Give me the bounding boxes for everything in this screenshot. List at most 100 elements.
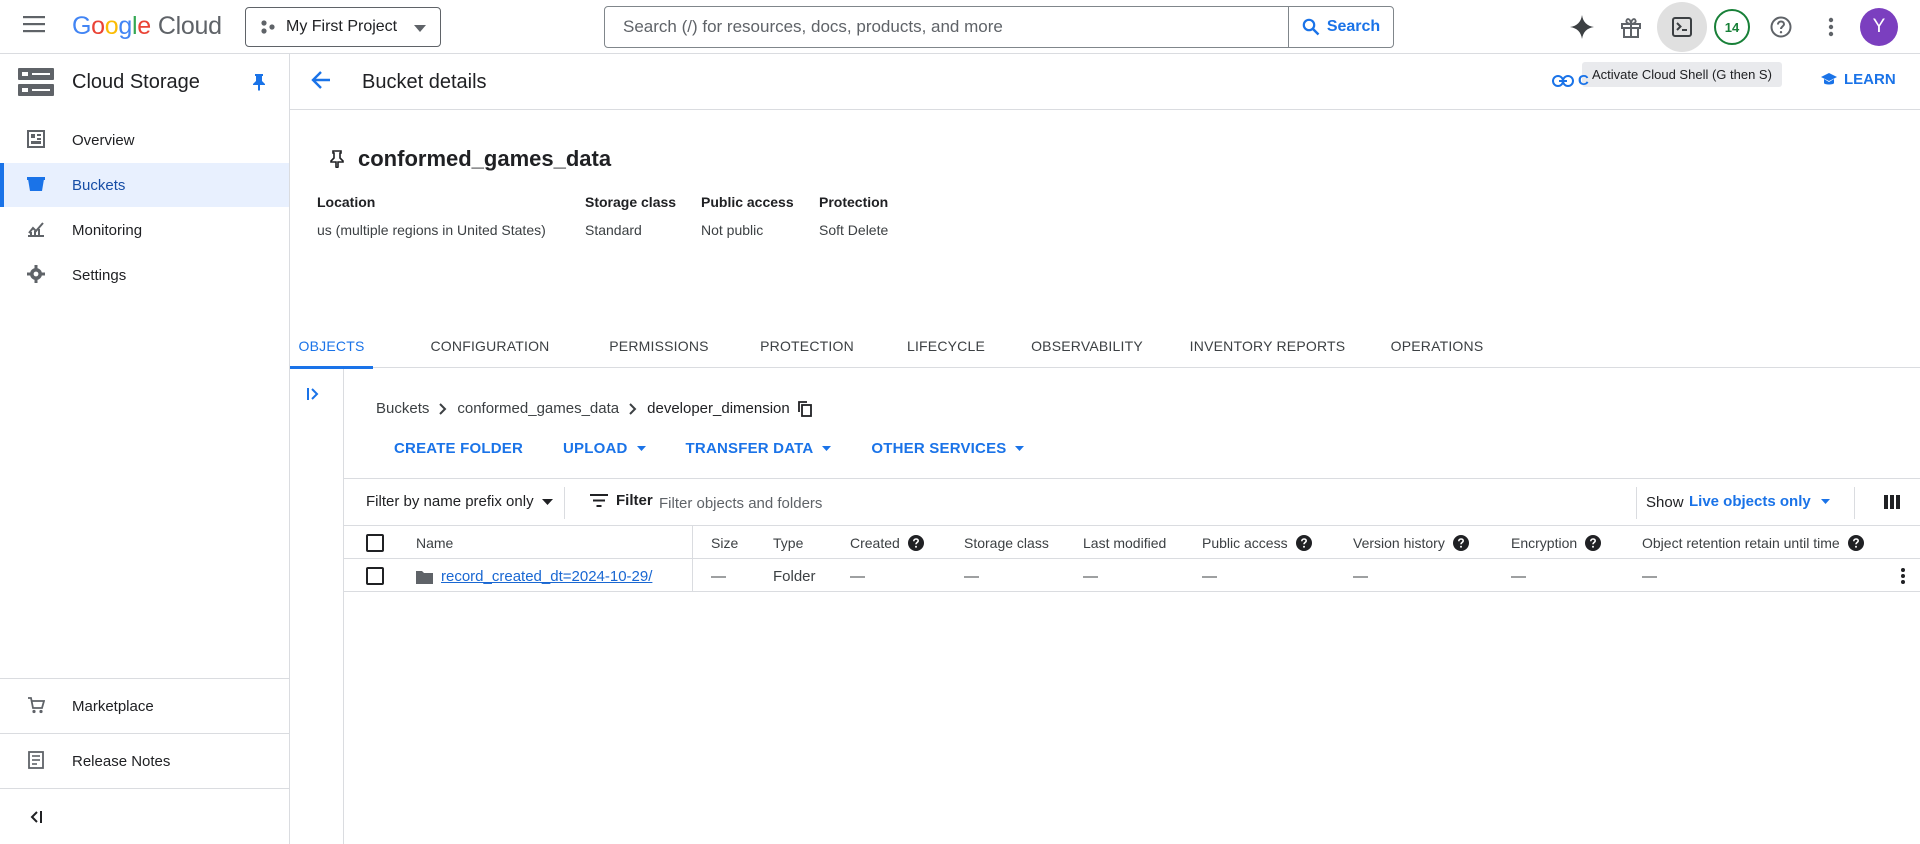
monitoring-icon — [27, 220, 45, 238]
other-services-button[interactable]: OTHER SERVICES — [871, 440, 1025, 457]
meta-protection: Protection Soft Delete — [819, 194, 888, 238]
cell-public-access: — — [1202, 568, 1217, 585]
transfer-data-label: TRANSFER DATA — [685, 440, 814, 457]
more-vert-icon[interactable] — [1812, 8, 1850, 46]
link-icon — [1552, 74, 1574, 87]
caret-down-icon — [1015, 446, 1025, 451]
row-more-vert-icon[interactable] — [1900, 567, 1906, 585]
learn-label: LEARN — [1844, 71, 1896, 88]
row-checkbox[interactable] — [366, 567, 384, 585]
sidebar-item-overview[interactable]: Overview — [0, 118, 289, 162]
sidebar-divider — [0, 733, 289, 734]
tab-configuration[interactable]: CONFIGURATION — [417, 324, 563, 368]
column-header-storage-class[interactable]: Storage class — [964, 535, 1049, 551]
expand-panel-icon[interactable] — [305, 387, 321, 401]
filter-bar: Filter by name prefix only Filter Show L… — [344, 478, 1920, 526]
search-input[interactable] — [605, 7, 1288, 47]
logo-google-text: Google — [72, 12, 151, 40]
copy-link-button[interactable]: C — [1552, 72, 1589, 89]
help-icon[interactable] — [1585, 535, 1602, 551]
breadcrumb-bucket[interactable]: conformed_games_data — [457, 400, 619, 417]
tab-protection[interactable]: PROTECTION — [750, 324, 864, 368]
help-icon[interactable] — [907, 535, 924, 551]
cloud-shell-icon[interactable] — [1657, 2, 1707, 52]
sidebar-item-marketplace[interactable]: Marketplace — [0, 684, 289, 728]
sidebar-item-settings[interactable]: Settings — [0, 253, 289, 297]
column-header-type[interactable]: Type — [773, 535, 803, 551]
transfer-data-button[interactable]: TRANSFER DATA — [686, 440, 832, 457]
show-label: Show — [1646, 494, 1684, 511]
gift-icon[interactable] — [1612, 8, 1650, 46]
filter-label: Filter — [616, 492, 653, 509]
meta-storage-class: Storage class Standard — [585, 194, 676, 238]
column-header-version-history[interactable]: Version history — [1353, 535, 1469, 551]
meta-value: Standard — [585, 222, 642, 238]
caret-down-icon — [541, 498, 553, 505]
left-navigation: Cloud Storage Overview Buckets Monitorin… — [0, 54, 290, 844]
table-row[interactable]: record_created_dt=2024-10-29/ — Folder —… — [344, 559, 1920, 592]
meta-value: Soft Delete — [819, 222, 889, 238]
product-header: Cloud Storage — [0, 54, 289, 110]
page-title: Bucket details — [362, 71, 487, 93]
back-arrow-icon[interactable] — [310, 69, 332, 91]
google-cloud-logo[interactable]: Google Cloud — [72, 12, 222, 42]
column-header-encryption[interactable]: Encryption — [1511, 535, 1602, 551]
cell-retention: — — [1642, 568, 1657, 585]
tab-observability[interactable]: OBSERVABILITY — [1021, 324, 1153, 368]
folder-icon — [416, 570, 433, 584]
column-header-public-access[interactable]: Public access — [1202, 535, 1312, 551]
column-header-last-modified[interactable]: Last modified — [1083, 535, 1166, 551]
notifications-badge[interactable]: 14 — [1714, 9, 1750, 45]
sidebar-item-release-notes[interactable]: Release Notes — [0, 739, 289, 783]
sidebar-item-monitoring[interactable]: Monitoring — [0, 208, 289, 252]
search-button[interactable]: Search — [1288, 7, 1393, 47]
column-header-name[interactable]: Name — [416, 535, 453, 551]
breadcrumb-buckets[interactable]: Buckets — [376, 400, 429, 417]
account-avatar[interactable]: Y — [1860, 8, 1898, 46]
tab-permissions[interactable]: PERMISSIONS — [601, 324, 717, 368]
tab-operations[interactable]: OPERATIONS — [1382, 324, 1492, 368]
breadcrumb-current-folder: developer_dimension — [647, 400, 790, 417]
upload-button[interactable]: UPLOAD — [563, 440, 646, 457]
main-menu-icon[interactable] — [22, 14, 50, 40]
folder-link[interactable]: record_created_dt=2024-10-29/ — [441, 568, 652, 585]
help-icon[interactable] — [1847, 535, 1864, 551]
filter-objects-input[interactable] — [659, 489, 1359, 517]
sidebar-item-buckets[interactable]: Buckets — [0, 163, 289, 207]
column-header-created[interactable]: Created — [850, 535, 924, 551]
select-all-checkbox[interactable] — [366, 534, 384, 552]
project-picker[interactable]: My First Project — [245, 7, 441, 47]
tab-objects[interactable]: OBJECTS — [290, 324, 373, 369]
bucket-icon — [27, 175, 45, 193]
page-header: Bucket details C LEARN — [290, 54, 1920, 110]
sidebar-divider — [0, 678, 289, 679]
collapse-nav-icon[interactable] — [28, 810, 44, 824]
pin-outline-icon[interactable] — [330, 150, 344, 168]
column-header-label: Encryption — [1511, 535, 1578, 551]
copy-icon[interactable] — [797, 400, 812, 417]
column-header-size[interactable]: Size — [711, 535, 738, 551]
create-folder-button[interactable]: CREATE FOLDER — [394, 440, 523, 457]
cart-icon — [27, 696, 45, 714]
learn-button[interactable]: LEARN — [1820, 71, 1896, 88]
help-icon[interactable] — [1295, 535, 1312, 551]
filter-button[interactable]: Filter — [590, 492, 653, 509]
show-objects-dropdown[interactable]: Live objects only — [1689, 493, 1830, 510]
cell-created: — — [850, 568, 865, 585]
meta-public-access: Public access Not public — [701, 194, 794, 238]
sidebar-item-label: Release Notes — [72, 752, 171, 770]
help-icon[interactable] — [1762, 8, 1800, 46]
gemini-sparkle-icon[interactable] — [1563, 8, 1601, 46]
column-display-icon[interactable] — [1884, 494, 1900, 510]
column-header-retention[interactable]: Object retention retain until time — [1642, 535, 1864, 551]
tab-lifecycle[interactable]: LIFECYCLE — [895, 324, 997, 368]
pin-icon[interactable] — [252, 73, 266, 91]
tab-inventory-reports[interactable]: INVENTORY REPORTS — [1180, 324, 1355, 368]
prefix-filter-dropdown[interactable]: Filter by name prefix only — [366, 493, 553, 510]
search-icon — [1302, 18, 1320, 36]
bucket-name: conformed_games_data — [358, 146, 612, 171]
meta-value: us (multiple regions in United States) — [317, 222, 546, 238]
help-icon[interactable] — [1452, 535, 1469, 551]
meta-value: Not public — [701, 222, 764, 238]
meta-key: Public access — [701, 194, 794, 210]
